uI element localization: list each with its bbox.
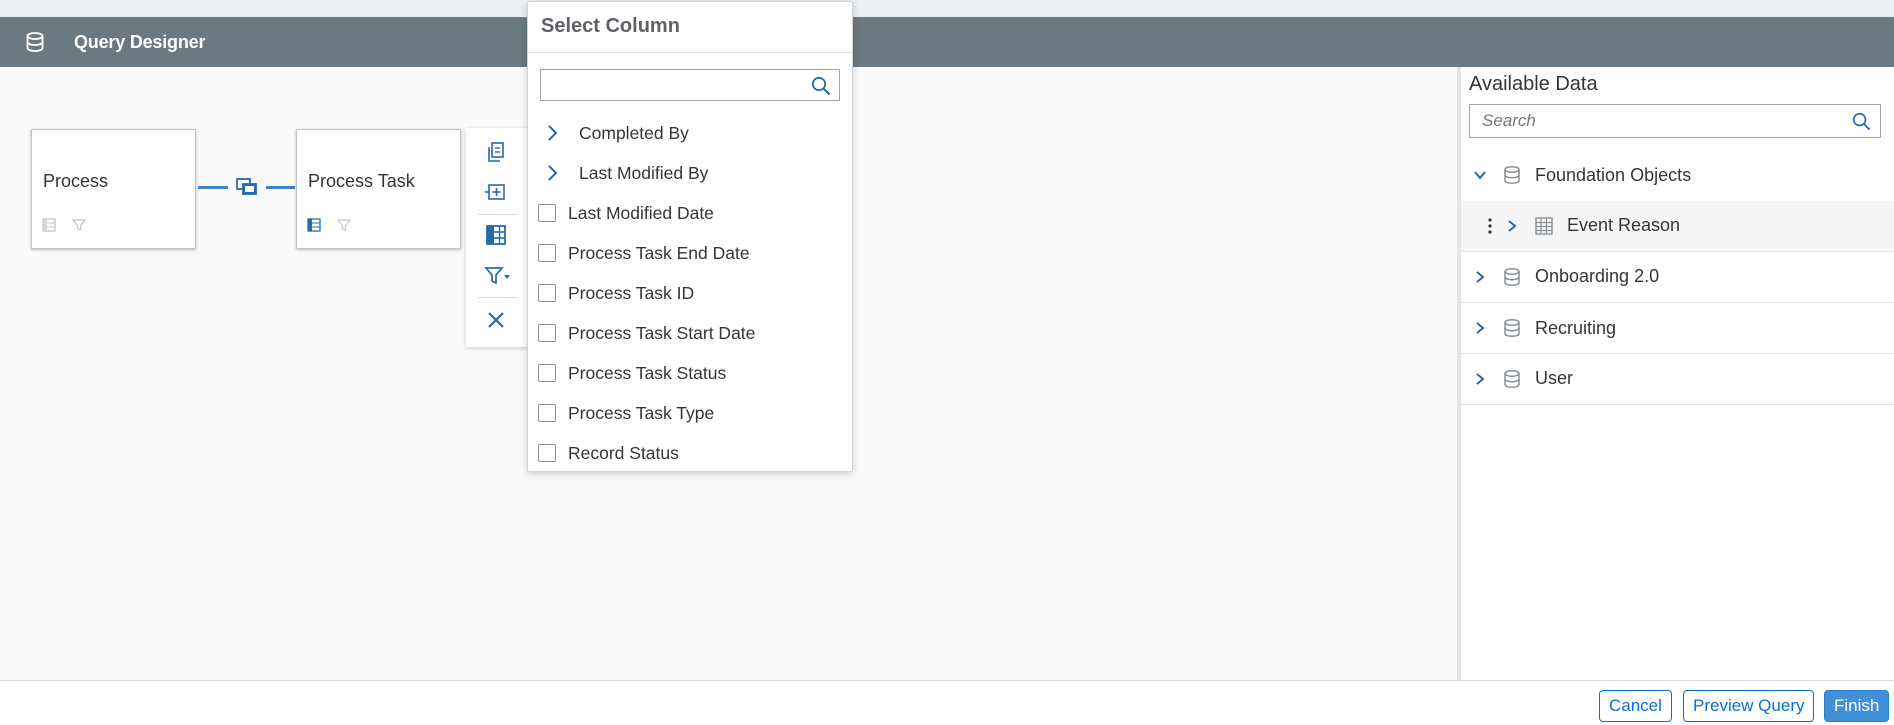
tree-node-label: User [1535, 368, 1574, 388]
search-icon[interactable] [1852, 112, 1871, 131]
join-line [198, 186, 228, 189]
column-label: Completed By [579, 123, 689, 143]
column-item-record-status[interactable]: Record Status [528, 433, 852, 473]
chevron-right-icon[interactable] [1473, 321, 1487, 335]
close-icon[interactable] [484, 308, 508, 332]
tree-node-label: Onboarding 2.0 [1535, 266, 1660, 286]
tree-node-onboarding[interactable]: Onboarding 2.0 [1461, 251, 1894, 303]
popover-title: Select Column [541, 15, 680, 37]
finish-button[interactable]: Finish [1824, 690, 1890, 722]
column-search-field [540, 69, 840, 101]
checkbox[interactable] [538, 444, 556, 462]
checkbox[interactable] [538, 284, 556, 302]
column-item-last-modified-date[interactable]: Last Modified Date [528, 193, 852, 233]
top-strip [0, 0, 1894, 17]
add-join-icon[interactable] [484, 180, 508, 204]
tree-node-recruiting[interactable]: Recruiting [1461, 302, 1894, 354]
database-icon [1504, 165, 1520, 185]
column-search-input[interactable] [547, 70, 811, 100]
filter-dropdown-icon[interactable] [484, 264, 512, 288]
chevron-right-icon[interactable] [1473, 372, 1487, 386]
chevron-right-icon[interactable] [1473, 270, 1487, 284]
columns-icon[interactable] [42, 218, 56, 232]
column-label: Last Modified Date [568, 203, 714, 223]
checkbox[interactable] [538, 324, 556, 342]
column-label: Record Status [568, 443, 679, 463]
filter-icon[interactable] [337, 218, 351, 232]
node-process[interactable]: Process [31, 129, 196, 249]
chevron-right-icon[interactable] [546, 124, 560, 142]
select-column-popover: Select Column Completed By Last Modified… [527, 1, 853, 472]
column-label: Last Modified By [579, 163, 709, 183]
column-item-process-task-type[interactable]: Process Task Type [528, 393, 852, 433]
tree-node-label: Foundation Objects [1535, 165, 1692, 185]
divider [528, 52, 852, 53]
toolbar-separator [478, 214, 518, 215]
join-icon[interactable] [235, 176, 259, 198]
search-icon[interactable] [811, 76, 831, 96]
column-label: Process Task ID [568, 283, 695, 303]
column-item-process-task-end-date[interactable]: Process Task End Date [528, 233, 852, 273]
column-item-process-task-status[interactable]: Process Task Status [528, 353, 852, 393]
column-label: Process Task Type [568, 403, 715, 423]
filter-icon[interactable] [72, 218, 86, 232]
table-icon [1535, 217, 1553, 235]
column-label: Process Task End Date [568, 243, 750, 263]
database-icon [1504, 369, 1520, 389]
tree-node-user[interactable]: User [1461, 353, 1894, 405]
database-icon [1504, 267, 1520, 287]
column-label: Process Task Status [568, 363, 727, 383]
checkbox[interactable] [538, 204, 556, 222]
columns-icon[interactable] [307, 218, 321, 232]
database-icon [1504, 318, 1520, 338]
drag-handle-icon[interactable] [1487, 217, 1493, 235]
data-search-field [1469, 104, 1881, 138]
app-header: Query Designer [0, 17, 1894, 67]
tree-node-label: Recruiting [1535, 318, 1617, 338]
available-data-panel: Available Data Foundation Objects Event … [1457, 67, 1894, 680]
copy-icon[interactable] [484, 140, 508, 164]
node-label: Process [43, 171, 109, 191]
join-line [266, 186, 295, 189]
node-label: Process Task [308, 171, 415, 191]
checkbox[interactable] [538, 364, 556, 382]
page-title: Query Designer [74, 32, 206, 52]
preview-query-button[interactable]: Preview Query [1683, 690, 1815, 722]
checkbox[interactable] [538, 244, 556, 262]
data-search-input[interactable] [1480, 105, 1844, 137]
chevron-down-icon[interactable] [1473, 168, 1487, 182]
column-item-last-modified-by[interactable]: Last Modified By [528, 153, 852, 193]
tree-node-foundation-objects[interactable]: Foundation Objects [1461, 150, 1894, 202]
columns-icon[interactable] [484, 223, 508, 247]
footer-bar: Cancel Preview Query Finish [0, 680, 1894, 725]
column-item-process-task-id[interactable]: Process Task ID [528, 273, 852, 313]
column-item-completed-by[interactable]: Completed By [528, 113, 852, 153]
database-icon [26, 32, 44, 52]
tree-node-event-reason[interactable]: Event Reason [1461, 201, 1894, 252]
node-toolbar [466, 128, 528, 347]
panel-title: Available Data [1469, 73, 1598, 95]
chevron-right-icon[interactable] [1505, 219, 1519, 233]
cancel-button[interactable]: Cancel [1599, 690, 1672, 722]
node-process-task[interactable]: Process Task [296, 129, 461, 249]
checkbox[interactable] [538, 404, 556, 422]
column-label: Process Task Start Date [568, 323, 756, 343]
chevron-right-icon[interactable] [546, 164, 560, 182]
column-item-process-task-start-date[interactable]: Process Task Start Date [528, 313, 852, 353]
toolbar-separator [478, 297, 518, 298]
tree-node-label: Event Reason [1567, 215, 1681, 235]
